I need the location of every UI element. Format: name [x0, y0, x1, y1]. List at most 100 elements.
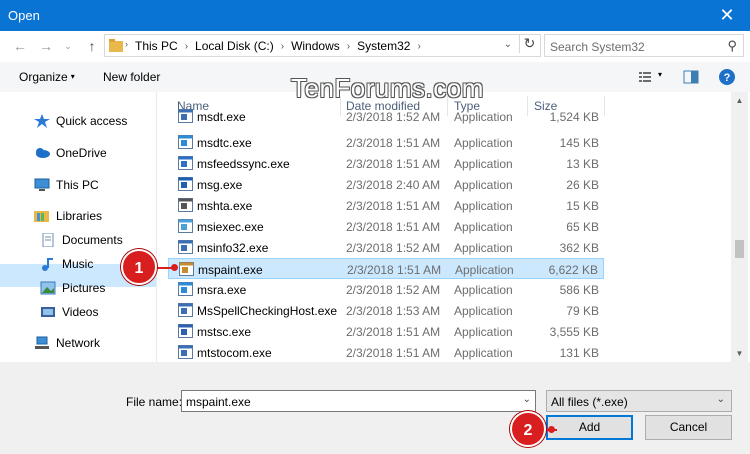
- sidebar-item-label: Pictures: [62, 281, 106, 295]
- file-type-cell: Application: [454, 283, 513, 297]
- column-divider[interactable]: [604, 96, 605, 116]
- sidebar-item-documents[interactable]: Documents: [40, 230, 123, 250]
- add-button[interactable]: Add: [546, 415, 633, 440]
- breadcrumb-separator-icon[interactable]: ›: [185, 41, 188, 52]
- file-size-cell: 3,555 KB: [549, 325, 599, 339]
- application-icon: [178, 345, 193, 359]
- file-name-cell: msg.exe: [197, 178, 243, 192]
- breadcrumb-local-disk[interactable]: Local Disk (C:): [195, 39, 274, 53]
- sidebar-item-libraries[interactable]: Libraries: [34, 206, 102, 226]
- application-icon: [178, 177, 193, 191]
- help-icon[interactable]: ?: [718, 68, 736, 86]
- organize-label: Organize: [19, 70, 68, 84]
- file-size-cell: 362 KB: [559, 241, 599, 255]
- file-name-input[interactable]: mspaint.exe ⌄: [181, 390, 536, 412]
- breadcrumb-windows[interactable]: Windows: [291, 39, 340, 53]
- table-row[interactable]: msinfo32.exe 2/3/2018 1:52 AM Application 3…: [168, 237, 604, 258]
- sidebar-item-label: This PC: [56, 178, 99, 192]
- sidebar-item-videos[interactable]: Videos: [40, 302, 98, 322]
- search-icon: ⚲: [727, 38, 737, 53]
- forward-arrow-icon[interactable]: →: [36, 37, 56, 55]
- table-row[interactable]: msfeedssync.exe 2/3/2018 1:51 AM Applicati…: [168, 153, 604, 174]
- table-row[interactable]: msdt.exe 2/3/2018 1:52 AM Application 1,524…: [168, 106, 604, 127]
- address-dropdown-icon[interactable]: ⌄: [504, 39, 512, 50]
- scroll-up-icon[interactable]: ▲: [731, 92, 748, 109]
- organize-button[interactable]: Organize ▾: [19, 70, 75, 84]
- file-name-cell: msdtc.exe: [197, 136, 252, 150]
- file-name-dropdown-icon[interactable]: ⌄: [523, 394, 531, 405]
- filter-dropdown-icon[interactable]: ⌄: [717, 394, 725, 405]
- file-type-cell: Application: [454, 304, 513, 318]
- breadcrumb-system32[interactable]: System32: [357, 39, 410, 53]
- application-icon: [178, 109, 193, 123]
- breadcrumb-chevron-icon[interactable]: ›: [125, 39, 128, 49]
- folder-icon: [109, 39, 123, 52]
- search-placeholder: Search System32: [550, 40, 645, 54]
- close-icon[interactable]: ✕: [704, 0, 750, 31]
- preview-pane-icon[interactable]: [682, 68, 700, 86]
- computer-icon: [34, 178, 50, 191]
- search-input[interactable]: Search System32 ⚲: [544, 34, 744, 57]
- table-row[interactable]: msiexec.exe 2/3/2018 1:51 AM Application 65…: [168, 216, 604, 237]
- window-title: Open: [8, 8, 40, 23]
- breadcrumb-separator-icon[interactable]: ›: [281, 41, 284, 52]
- sidebar-item-music[interactable]: Music: [40, 254, 93, 274]
- breadcrumb-separator-icon[interactable]: ›: [417, 41, 420, 52]
- file-date-cell: 2/3/2018 1:51 AM: [346, 199, 441, 213]
- cancel-button[interactable]: Cancel: [645, 415, 732, 440]
- application-icon: [178, 219, 193, 233]
- breadcrumb: This PC › Local Disk (C:) › Windows › Sy…: [135, 39, 428, 53]
- file-size-cell: 13 KB: [566, 157, 599, 171]
- breadcrumb-separator-icon[interactable]: ›: [347, 41, 350, 52]
- cloud-icon: [36, 148, 50, 158]
- scrollbar-thumb[interactable]: [735, 240, 744, 258]
- file-type-filter[interactable]: All files (*.exe) ⌄: [546, 390, 732, 412]
- table-row[interactable]: mspaint.exe 2/3/2018 1:51 AM Application 6,…: [168, 258, 604, 279]
- sidebar-item-label: Libraries: [56, 209, 103, 223]
- sidebar-item-this-pc[interactable]: This PC: [34, 175, 99, 195]
- file-date-cell: 2/3/2018 2:40 AM: [346, 178, 441, 192]
- file-name-cell: mspaint.exe: [198, 263, 263, 277]
- scroll-down-icon[interactable]: ▼: [731, 345, 748, 362]
- file-date-cell: 2/3/2018 1:53 AM: [346, 304, 441, 318]
- new-folder-button[interactable]: New folder: [103, 70, 160, 84]
- file-type-cell: Application: [454, 325, 513, 339]
- up-arrow-icon[interactable]: ↑: [82, 37, 102, 55]
- table-row[interactable]: msdtc.exe 2/3/2018 1:51 AM Application 145 …: [168, 132, 604, 153]
- view-dropdown-icon[interactable]: ▾: [658, 70, 662, 79]
- sidebar-item-quick-access[interactable]: Quick access: [34, 111, 127, 131]
- file-date-cell: 2/3/2018 1:52 AM: [346, 110, 441, 124]
- file-type-cell: Application: [454, 346, 513, 360]
- file-size-cell: 1,524 KB: [549, 110, 599, 124]
- refresh-icon[interactable]: ↻: [519, 35, 539, 53]
- file-size-cell: 6,622 KB: [548, 263, 598, 277]
- table-row[interactable]: mshta.exe 2/3/2018 1:51 AM Application 15 K…: [168, 195, 604, 216]
- sidebar-item-onedrive[interactable]: OneDrive: [34, 143, 107, 163]
- file-name-cell: msiexec.exe: [197, 220, 264, 234]
- sidebar-item-pictures[interactable]: Pictures: [40, 278, 105, 298]
- file-type-cell: Application: [454, 178, 513, 192]
- table-row[interactable]: MsSpellCheckingHost.exe 2/3/2018 1:53 AM A…: [168, 300, 604, 321]
- vertical-scrollbar[interactable]: ▲ ▼: [731, 92, 748, 362]
- callout-badge-2: 2: [510, 411, 546, 447]
- application-icon: [178, 240, 193, 254]
- file-size-cell: 15 KB: [566, 199, 599, 213]
- breadcrumb-this-pc[interactable]: This PC: [135, 39, 178, 53]
- sidebar-item-network[interactable]: Network: [34, 333, 100, 353]
- table-row[interactable]: msra.exe 2/3/2018 1:52 AM Application 586 K…: [168, 279, 604, 300]
- table-row[interactable]: mtstocom.exe 2/3/2018 1:51 AM Application 1…: [168, 342, 604, 362]
- network-icon: [35, 336, 49, 349]
- file-type-filter-value: All files (*.exe): [551, 395, 628, 409]
- file-name-cell: msdt.exe: [197, 110, 246, 124]
- file-type-cell: Application: [455, 263, 514, 277]
- address-bar[interactable]: › This PC › Local Disk (C:) › Windows › …: [104, 34, 541, 57]
- file-name-cell: MsSpellCheckingHost.exe: [197, 304, 338, 318]
- back-arrow-icon[interactable]: ←: [10, 37, 30, 55]
- view-options-icon[interactable]: [636, 68, 654, 86]
- table-row[interactable]: msg.exe 2/3/2018 2:40 AM Application 26 KB: [168, 174, 604, 195]
- sidebar-item-label: Network: [56, 336, 101, 350]
- file-date-cell: 2/3/2018 1:51 AM: [346, 157, 441, 171]
- dialog-footer: File name: mspaint.exe ⌄ All files (*.ex…: [0, 362, 750, 454]
- table-row[interactable]: mstsc.exe 2/3/2018 1:51 AM Application 3,55…: [168, 321, 604, 342]
- recent-locations-chevron-icon[interactable]: ⌄: [58, 37, 78, 55]
